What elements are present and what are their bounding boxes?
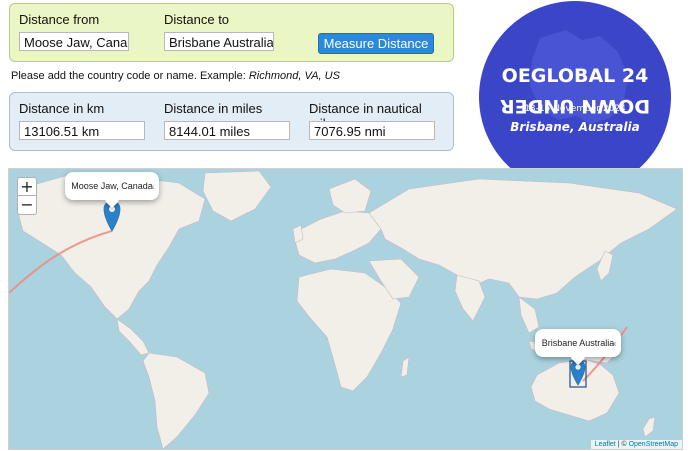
km-output[interactable]: 13106.51 km [19,121,145,140]
km-label: Distance in km [19,101,105,116]
hint-example: Richmond, VA, US [248,70,340,82]
popup-a-close-icon[interactable]: × [150,173,155,201]
logo-dates: 13-15 November 2024 [524,104,626,114]
popup-b-label: Brisbane Australia [541,338,615,348]
hint-text: Please add the country code or name. Exa… [11,70,340,82]
miles-label: Distance in miles [164,101,263,116]
popup-b-close-icon[interactable]: × [612,330,617,358]
oeglobal-logo: OEGLOBAL 24 DOWN UNDER 13-15 November 20… [479,1,671,193]
from-label: Distance from [19,12,100,27]
moose-jaw-popup: Moose Jaw, Canada × [65,172,159,209]
attrib-separator: | © [615,441,629,448]
logo-place: Brisbane, Australia [510,120,639,134]
logo-line1: OEGLOBAL 24 [502,65,649,87]
results-panel: Distance in km Distance in miles Distanc… [9,92,454,151]
brisbane-popup: Brisbane Australia × [535,329,621,366]
zoom-in-button[interactable]: + [17,177,37,196]
miles-output[interactable]: 8144.01 miles [164,121,290,140]
map-attribution: Leaflet | © OpenStreetMap [590,440,682,449]
popup-a-label: Moose Jaw, Canada [71,181,153,191]
hint-prefix: Please add the country code or name. Exa… [11,70,249,82]
leaflet-link[interactable]: Leaflet [595,441,616,448]
zoom-out-button[interactable]: − [17,196,37,215]
to-label: Distance to [164,12,230,27]
osm-link[interactable]: OpenStreetMap [629,441,678,448]
world-map[interactable]: + − Moose Jaw, Canada × Brisbane Austral… [8,168,683,450]
map-tiles [9,170,678,449]
nmi-output[interactable]: 7076.95 nmi [309,121,435,140]
from-input[interactable]: Moose Jaw, Canada [19,32,129,51]
measure-distance-button[interactable]: Measure Distance [318,33,434,54]
to-input[interactable]: Brisbane Australia [164,32,274,51]
route-input-panel: Distance from Distance to Moose Jaw, Can… [9,3,454,62]
